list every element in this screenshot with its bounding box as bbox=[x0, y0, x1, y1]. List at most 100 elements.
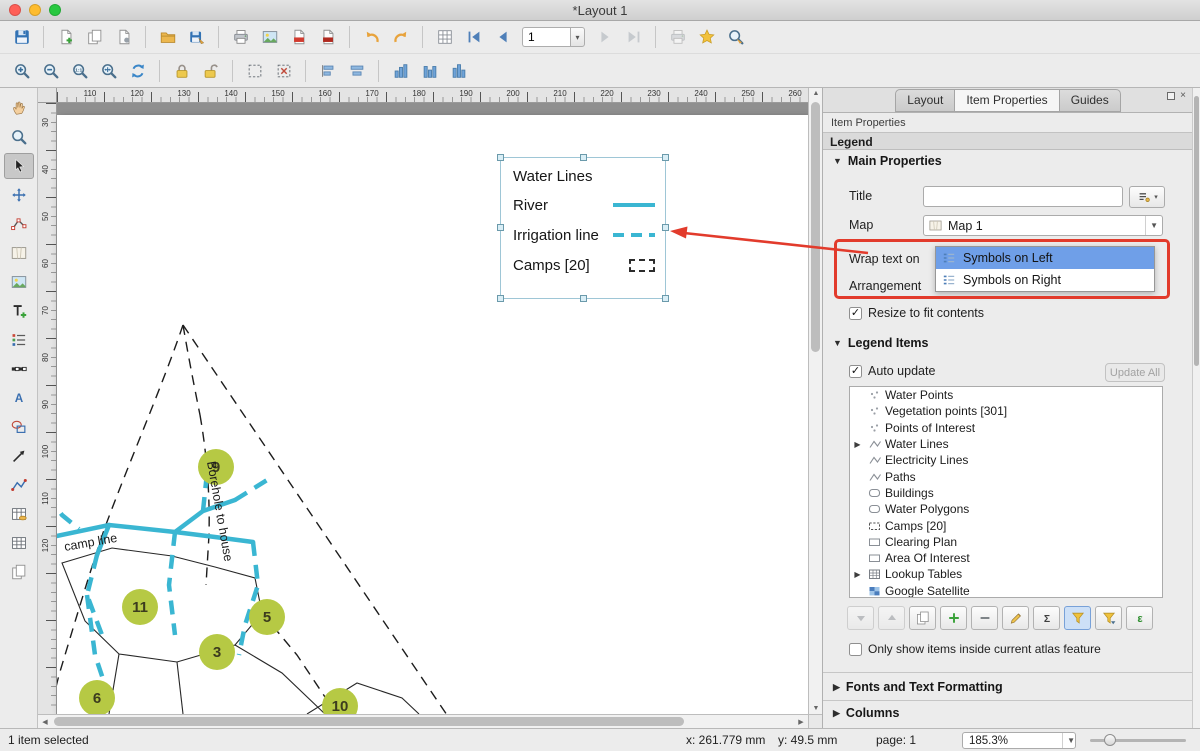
zoom-level-combo[interactable]: 185.3% ▼ bbox=[962, 732, 1076, 749]
undock-panel-icon[interactable] bbox=[1167, 92, 1175, 100]
tab-guides[interactable]: Guides bbox=[1059, 89, 1121, 112]
add-legend-item[interactable] bbox=[940, 606, 967, 630]
export-image[interactable] bbox=[256, 24, 283, 50]
unlock-all-items[interactable] bbox=[197, 58, 224, 84]
add-group[interactable] bbox=[909, 606, 936, 630]
scroll-left-icon[interactable]: ◀ bbox=[38, 718, 52, 726]
resize-items[interactable] bbox=[416, 58, 443, 84]
distribute-items[interactable] bbox=[387, 58, 414, 84]
filter-legend-by-expression[interactable] bbox=[1095, 606, 1122, 630]
resize-to-fit-checkbox[interactable]: ✓ bbox=[849, 307, 862, 320]
raise-selected-items[interactable] bbox=[314, 58, 341, 84]
atlas-first-feature[interactable] bbox=[460, 24, 487, 50]
close-panel-icon[interactable]: × bbox=[1180, 92, 1186, 100]
legend-item-frame[interactable]: Water Lines River Irrigation line Camps … bbox=[500, 157, 666, 299]
legend-tree-item[interactable]: Clearing Plan bbox=[850, 534, 1162, 550]
legend-tree-item[interactable]: Paths bbox=[850, 468, 1162, 484]
add-picture[interactable] bbox=[4, 269, 34, 295]
print-layout[interactable] bbox=[227, 24, 254, 50]
legend-tree-item[interactable]: ▶Lookup Tables bbox=[850, 566, 1162, 582]
scroll-down-icon[interactable]: ▼ bbox=[809, 705, 822, 712]
zoom-actual[interactable]: 1:1 bbox=[66, 58, 93, 84]
atlas-preview[interactable] bbox=[693, 24, 720, 50]
atlas-previous-feature[interactable] bbox=[489, 24, 516, 50]
export-atlas[interactable] bbox=[722, 24, 749, 50]
data-defined-override-button[interactable]: ▾ bbox=[1129, 186, 1165, 208]
expander-icon[interactable]: ▶ bbox=[850, 440, 865, 449]
add-map[interactable] bbox=[4, 240, 34, 266]
atlas-last-feature[interactable] bbox=[620, 24, 647, 50]
add-attribute-table[interactable] bbox=[4, 530, 34, 556]
zoom-out[interactable] bbox=[37, 58, 64, 84]
new-layout[interactable] bbox=[52, 24, 79, 50]
tab-item-properties[interactable]: Item Properties bbox=[954, 89, 1059, 112]
add-node-item[interactable] bbox=[4, 472, 34, 498]
zoom-full[interactable] bbox=[95, 58, 122, 84]
filter-legend-by-map[interactable] bbox=[1064, 606, 1091, 630]
add-north-arrow[interactable]: A bbox=[4, 385, 34, 411]
resize-to-fit-row[interactable]: ✓ Resize to fit contents bbox=[849, 306, 984, 320]
zoom-tool[interactable] bbox=[4, 124, 34, 150]
map-select[interactable]: Map 1 ▼ bbox=[923, 215, 1163, 236]
columns-section-header[interactable]: ▶ Columns bbox=[833, 706, 899, 720]
selection-handle[interactable] bbox=[662, 154, 669, 161]
auto-update-checkbox[interactable]: ✓ bbox=[849, 365, 862, 378]
save-project[interactable] bbox=[8, 24, 35, 50]
show-feature-counts[interactable]: Σ bbox=[1033, 606, 1060, 630]
map-item[interactable]: 91153610 camp line Borehole to house bbox=[57, 115, 808, 714]
atlas-page-spinbox[interactable]: ▾ bbox=[522, 27, 585, 47]
auto-update-row[interactable]: ✓ Auto update bbox=[849, 364, 935, 378]
legend-tree-item[interactable]: Buildings bbox=[850, 485, 1162, 501]
select-move-item[interactable] bbox=[4, 153, 34, 179]
spinner-caret-icon[interactable]: ▾ bbox=[570, 27, 585, 47]
legend-tree-item[interactable]: Vegetation points [301] bbox=[850, 403, 1162, 419]
main-properties-header[interactable]: ▼ Main Properties bbox=[833, 154, 942, 168]
atlas-settings[interactable] bbox=[431, 24, 458, 50]
add-label[interactable] bbox=[4, 298, 34, 324]
select-all-items[interactable] bbox=[241, 58, 268, 84]
legend-items-tree[interactable]: Water PointsVegetation points [301]Point… bbox=[849, 386, 1163, 598]
add-scalebar[interactable] bbox=[4, 356, 34, 382]
legend-tree-item[interactable]: Water Points bbox=[850, 387, 1162, 403]
selection-handle[interactable] bbox=[497, 154, 504, 161]
redo[interactable] bbox=[387, 24, 414, 50]
legend-items-header[interactable]: ▼ Legend Items bbox=[833, 336, 929, 350]
duplicate-layout[interactable] bbox=[81, 24, 108, 50]
expression-filter[interactable]: ε bbox=[1126, 606, 1153, 630]
layout-canvas[interactable]: 1101201301401501601701801902002102202302… bbox=[38, 88, 822, 728]
legend-tree-item[interactable]: Camps [20] bbox=[850, 517, 1162, 533]
fonts-section-header[interactable]: ▶ Fonts and Text Formatting bbox=[833, 680, 1003, 694]
export-svg[interactable] bbox=[285, 24, 312, 50]
layout-manager[interactable] bbox=[110, 24, 137, 50]
legend-tree-item[interactable]: ▶Water Lines bbox=[850, 436, 1162, 452]
layout-page[interactable]: 91153610 camp line Borehole to house Wat… bbox=[57, 115, 808, 714]
remove-legend-item[interactable] bbox=[971, 606, 998, 630]
scroll-right-icon[interactable]: ▶ bbox=[794, 718, 808, 726]
add-shape[interactable] bbox=[4, 414, 34, 440]
arrangement-option[interactable]: Symbols on Right bbox=[936, 269, 1154, 291]
open-template[interactable] bbox=[154, 24, 181, 50]
align-selected-items[interactable] bbox=[343, 58, 370, 84]
legend-tree-item[interactable]: Google Satellite bbox=[850, 583, 1162, 598]
print-atlas[interactable] bbox=[664, 24, 691, 50]
deselect-all-items[interactable] bbox=[270, 58, 297, 84]
legend-tree-item[interactable]: Points of Interest bbox=[850, 420, 1162, 436]
legend-title-input[interactable] bbox=[923, 186, 1123, 207]
atlas-filter-row[interactable]: Only show items inside current atlas fea… bbox=[849, 642, 1101, 656]
window-scrollbar[interactable] bbox=[1192, 88, 1200, 728]
add-arrow[interactable] bbox=[4, 443, 34, 469]
undo[interactable] bbox=[358, 24, 385, 50]
legend-tree-item[interactable]: Water Polygons bbox=[850, 501, 1162, 517]
move-item-up[interactable] bbox=[878, 606, 905, 630]
atlas-next-feature[interactable] bbox=[591, 24, 618, 50]
selection-handle[interactable] bbox=[662, 224, 669, 231]
vertical-scroll-thumb[interactable] bbox=[811, 102, 820, 352]
refresh-view[interactable] bbox=[124, 58, 151, 84]
selection-handle[interactable] bbox=[580, 154, 587, 161]
tab-layout[interactable]: Layout bbox=[895, 89, 955, 112]
update-all-button[interactable]: Update All bbox=[1105, 363, 1165, 382]
arrangement-option[interactable]: Symbols on Left bbox=[936, 247, 1154, 269]
export-pdf[interactable] bbox=[314, 24, 341, 50]
move-item-down[interactable] bbox=[847, 606, 874, 630]
expander-icon[interactable]: ▶ bbox=[850, 570, 865, 579]
